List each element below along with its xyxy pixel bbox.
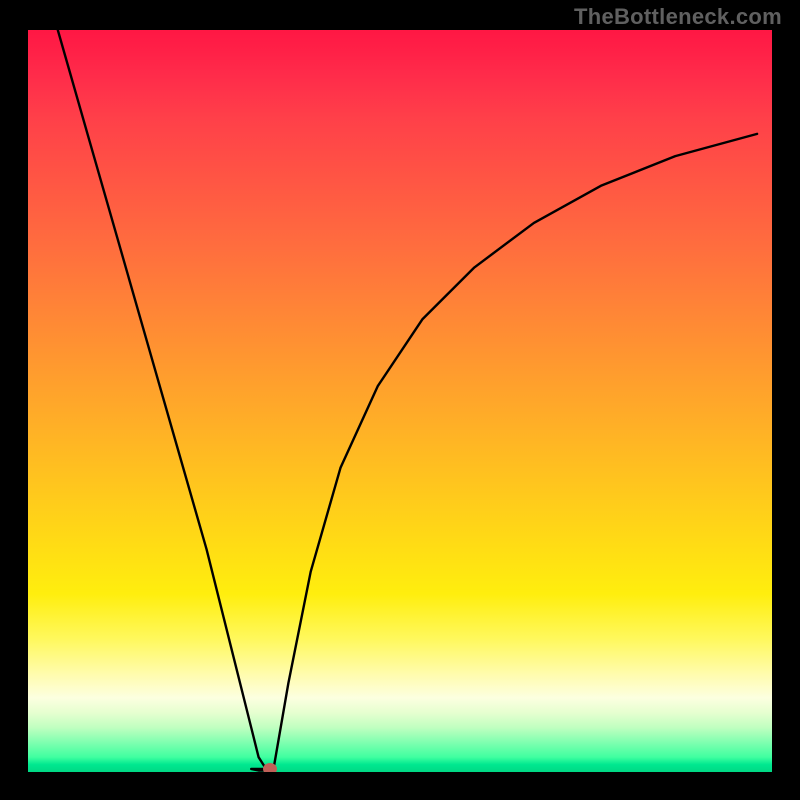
bottleneck-curve: [58, 30, 757, 771]
chart-frame: TheBottleneck.com: [0, 0, 800, 800]
watermark-text: TheBottleneck.com: [574, 4, 782, 30]
curve-svg: [28, 30, 772, 772]
min-marker: [263, 763, 277, 772]
plot-area: [28, 30, 772, 772]
